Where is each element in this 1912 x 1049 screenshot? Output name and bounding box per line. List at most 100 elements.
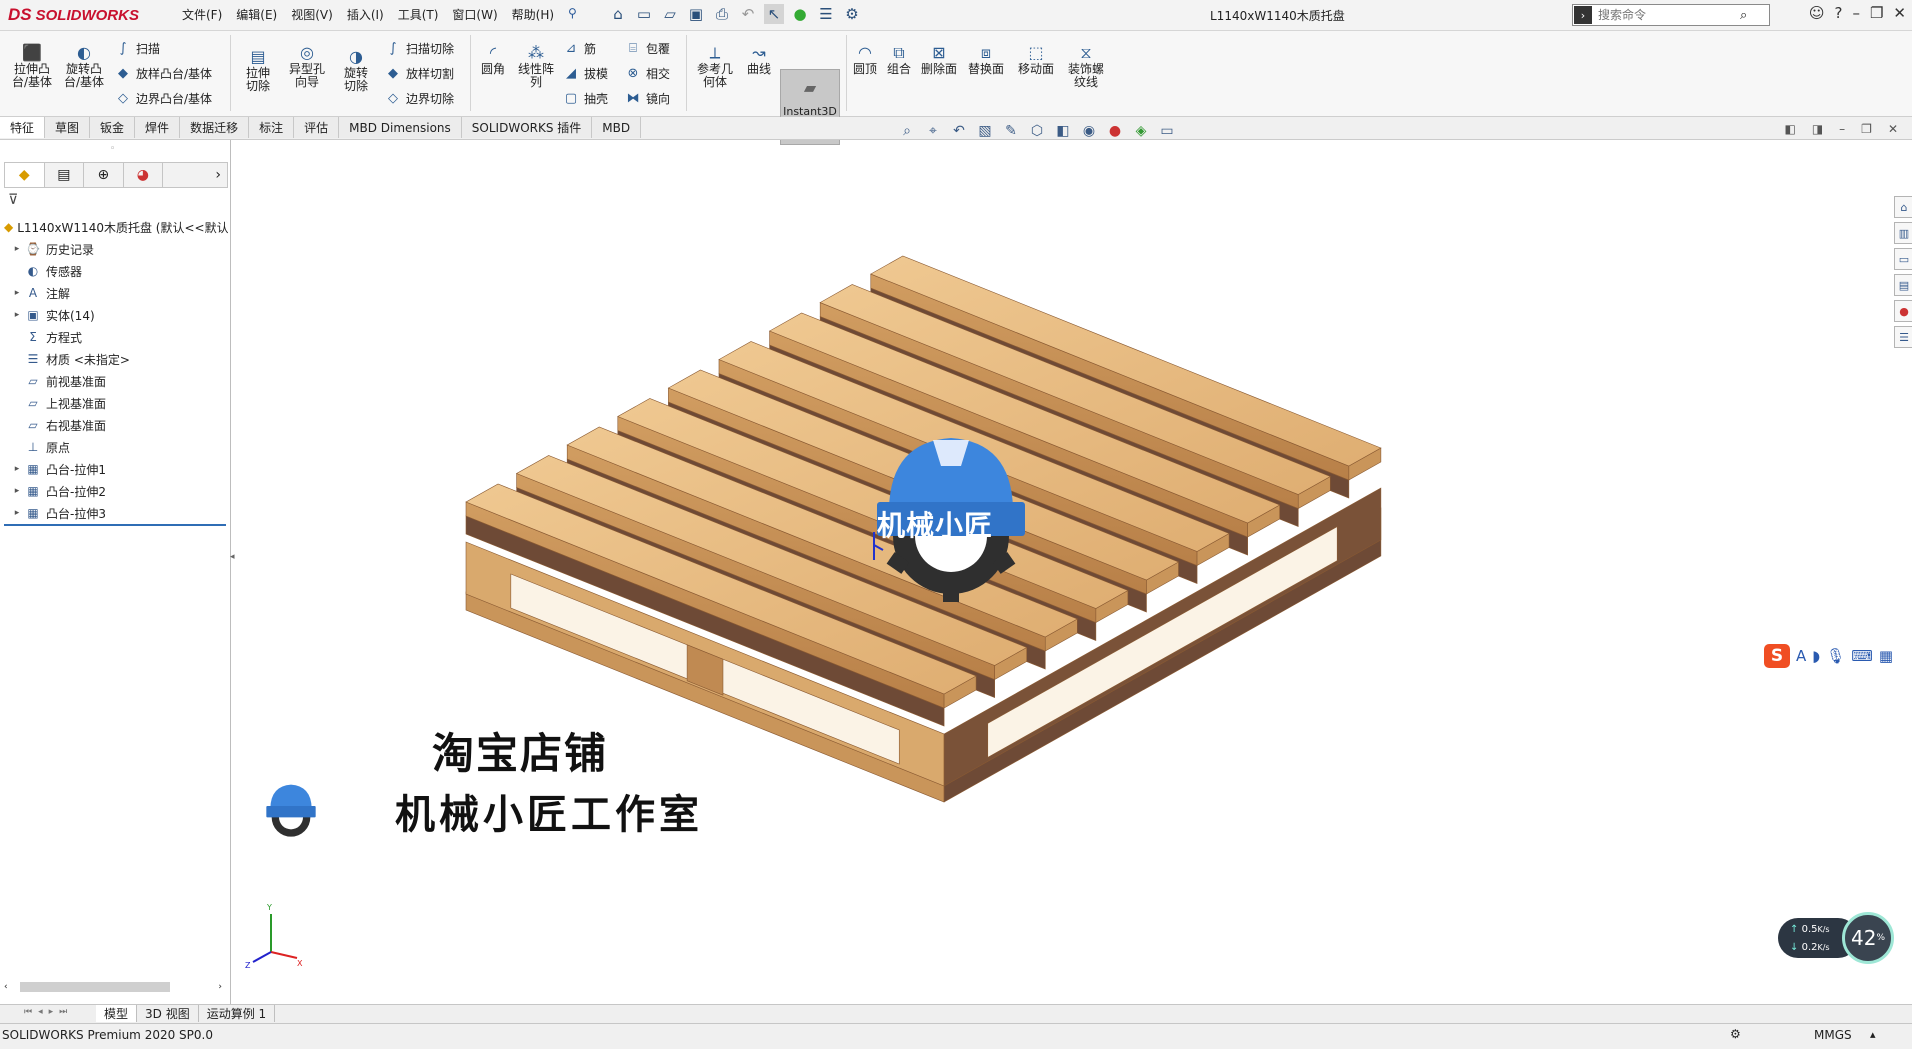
mirror-button[interactable]: ⧓ 镜向 (624, 89, 671, 107)
tab-evaluate[interactable]: 评估 (294, 117, 340, 138)
user-icon[interactable]: ☺ (1809, 4, 1825, 22)
view-palette-icon[interactable]: ▤ (1894, 274, 1912, 296)
viewport-close-icon[interactable]: ✕ (1888, 122, 1898, 136)
tab-sketch[interactable]: 草图 (45, 117, 91, 138)
minimize-icon[interactable]: – (1852, 4, 1860, 22)
rib-button[interactable]: ⊿ 筋 (562, 39, 596, 57)
rebuild-icon[interactable]: ⚙ (1730, 1027, 1741, 1041)
display-manager-tab-icon[interactable]: ◕ (124, 163, 164, 187)
panel-tabs-more-icon[interactable]: › (163, 163, 227, 187)
zoom-to-fit-icon[interactable]: ⌕ (898, 122, 916, 140)
open-icon[interactable]: ▱ (660, 4, 680, 24)
menu-insert[interactable]: 插入(I) (347, 6, 384, 23)
menu-help[interactable]: 帮助(H) (512, 6, 554, 23)
tree-item-extrude1[interactable]: ▸ ▦ 凸台-拉伸1 (4, 458, 228, 480)
tree-item-sensors[interactable]: ◐ 传感器 (4, 260, 228, 282)
replace-face-button[interactable]: ⧈ 替换面 (964, 41, 1008, 76)
appearances-icon[interactable]: ● (1894, 300, 1912, 322)
restore-icon[interactable]: ❐ (1870, 4, 1883, 22)
unit-menu-arrow-icon[interactable]: ▴ (1870, 1028, 1876, 1041)
hole-wizard-button[interactable]: ◎ 异型孔向导 (282, 41, 332, 89)
tab-next-icon[interactable]: ▸ (49, 1007, 54, 1017)
file-explorer-icon[interactable]: ▭ (1894, 248, 1912, 270)
sogou-ime-icon[interactable]: S (1764, 644, 1790, 668)
tree-item-origin[interactable]: ⊥ 原点 (4, 436, 228, 458)
menu-window[interactable]: 窗口(W) (452, 6, 497, 23)
menu-file[interactable]: 文件(F) (182, 6, 222, 23)
filter-icon[interactable]: ⊽ (8, 192, 18, 208)
print-icon[interactable]: ⎙ (712, 4, 732, 24)
ime-mode-indicator[interactable]: A (1796, 647, 1806, 665)
expand-arrow-icon[interactable]: ▸ (10, 508, 24, 518)
dome-button[interactable]: ◠ 圆顶 (848, 41, 882, 76)
home-icon[interactable]: ⌂ (608, 4, 628, 24)
tab-last-icon[interactable]: ⏭ (59, 1007, 67, 1017)
expand-arrow-icon[interactable]: ▸ (10, 486, 24, 496)
loft-cut-button[interactable]: ◆ 放样切割 (384, 64, 454, 82)
solidworks-logo[interactable]: DS SOLIDWORKS (8, 4, 139, 26)
ime-punctuation-icon[interactable]: ◗ (1812, 647, 1820, 665)
search-box[interactable]: › ⌕ (1572, 4, 1770, 26)
help-icon[interactable]: ? (1835, 4, 1843, 22)
panel-grip-icon[interactable]: ◦ (110, 144, 115, 154)
close-icon[interactable]: ✕ (1893, 4, 1906, 22)
extrude-boss-button[interactable]: ⬛ 拉伸凸台/基体 (10, 41, 54, 89)
panel-horizontal-scrollbar[interactable]: ‹ › (4, 980, 226, 994)
tree-item-history[interactable]: ▸ ⌚ 历史记录 (4, 238, 228, 260)
rollback-bar[interactable] (4, 524, 226, 526)
ime-keyboard-icon[interactable]: ⌨ (1851, 647, 1873, 665)
loft-boss-button[interactable]: ◆ 放样凸台/基体 (114, 64, 212, 82)
menu-view[interactable]: 视图(V) (291, 6, 333, 23)
boundary-cut-button[interactable]: ◇ 边界切除 (384, 89, 454, 107)
tab-first-icon[interactable]: ⏮ (24, 1007, 32, 1017)
tab-model[interactable]: 模型 (96, 1005, 138, 1022)
reference-geometry-button[interactable]: ⟂ 参考几何体 (692, 41, 738, 89)
tab-prev-icon[interactable]: ◂ (38, 1007, 43, 1017)
scroll-right-icon[interactable]: › (218, 982, 222, 992)
configuration-manager-tab-icon[interactable]: ⊕ (84, 163, 124, 187)
boundary-boss-button[interactable]: ◇ 边界凸台/基体 (114, 89, 212, 107)
pin-icon[interactable]: ⚲ (568, 6, 577, 23)
viewport-restore-icon[interactable]: ❐ (1861, 122, 1872, 136)
extrude-cut-button[interactable]: ▤ 拉伸切除 (236, 45, 280, 93)
tree-item-extrude3[interactable]: ▸ ▦ 凸台-拉伸3 (4, 502, 228, 524)
design-library-icon[interactable]: ▥ (1894, 222, 1912, 244)
cosmetic-thread-button[interactable]: ⧖ 装饰螺纹线 (1064, 41, 1108, 89)
shell-button[interactable]: ▢ 抽壳 (562, 89, 608, 107)
curves-button[interactable]: ↝ 曲线 (742, 41, 776, 76)
scroll-left-icon[interactable]: ‹ (4, 982, 8, 992)
tree-item-equations[interactable]: Σ 方程式 (4, 326, 228, 348)
network-speed-widget[interactable]: ↑ 0.5K/s ↓ 0.2K/s 42% (1778, 912, 1904, 964)
revolve-cut-button[interactable]: ◑ 旋转切除 (334, 45, 378, 93)
ime-microphone-icon[interactable]: 🎙 (1826, 647, 1845, 665)
tree-item-material[interactable]: ☰ 材质 <未指定> (4, 348, 228, 370)
tab-mbd-dimensions[interactable]: MBD Dimensions (339, 117, 462, 138)
file-properties-icon[interactable]: ☰ (816, 4, 836, 24)
feature-manager-tab-icon[interactable]: ◆ (5, 163, 45, 187)
search-icon[interactable]: ⌕ (1740, 8, 1747, 23)
tree-item-annotations[interactable]: ▸ A 注解 (4, 282, 228, 304)
sweep-button[interactable]: ∫ 扫描 (114, 39, 160, 57)
tab-3d-views[interactable]: 3D 视图 (137, 1005, 199, 1022)
viewport-minimize-icon[interactable]: – (1839, 122, 1845, 136)
unit-system[interactable]: MMGS (1814, 1028, 1852, 1042)
expand-arrow-icon[interactable]: ▸ (10, 288, 24, 298)
zoom-to-area-icon[interactable]: ⌖ (924, 122, 942, 140)
section-view-icon[interactable]: ▧ (976, 122, 994, 140)
tree-item-right-plane[interactable]: ▱ 右视基准面 (4, 414, 228, 436)
expand-arrow-icon[interactable]: ▸ (10, 244, 24, 254)
menu-edit[interactable]: 编辑(E) (236, 6, 277, 23)
ime-menu-icon[interactable]: ▦ (1879, 647, 1893, 665)
property-manager-tab-icon[interactable]: ▤ (45, 163, 85, 187)
delete-face-button[interactable]: ⊠ 删除面 (918, 41, 960, 76)
select-icon[interactable]: ↖ (764, 4, 784, 24)
tab-markup[interactable]: 标注 (249, 117, 295, 138)
move-face-button[interactable]: ⬚ 移动面 (1014, 41, 1058, 76)
sweep-cut-button[interactable]: ∫ 扫描切除 (384, 39, 454, 57)
expand-arrow-icon[interactable]: ▸ (10, 310, 24, 320)
dynamic-annotation-icon[interactable]: ✎ (1002, 122, 1020, 140)
tab-weldments[interactable]: 焊件 (135, 117, 181, 138)
graphics-viewport[interactable]: Y X Z 机械小匠 (231, 140, 1912, 1004)
undo-icon[interactable]: ↶ (738, 4, 758, 24)
tab-data-migration[interactable]: 数据迁移 (180, 117, 250, 138)
